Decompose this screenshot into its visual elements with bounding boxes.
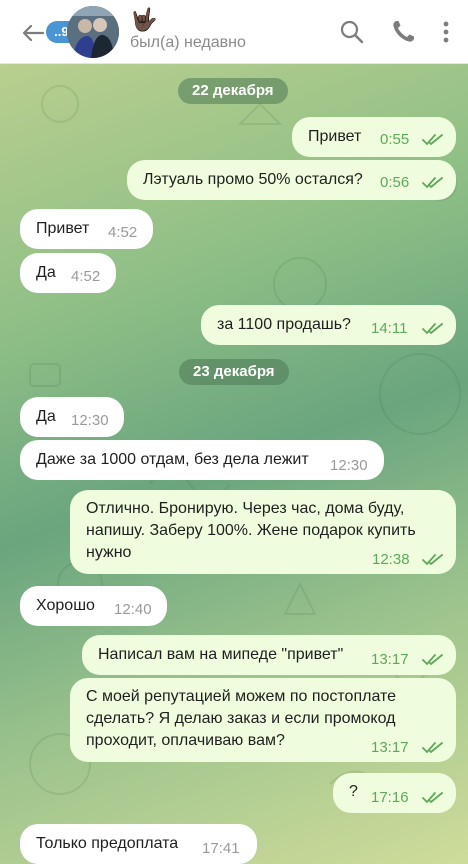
read-double-check-icon [422,554,443,565]
incoming-message[interactable]: Привет 4:52 [20,209,153,249]
date-separator: 23 декабря [179,359,289,385]
read-double-check-icon [422,742,443,753]
message-text: за 1100 продашь? [217,316,351,333]
message-time: 13:17 [371,739,409,756]
incoming-message[interactable]: Да 4:52 [20,253,116,293]
read-double-check-icon [422,134,443,145]
message-time: 17:41 [202,840,240,857]
message-time: 12:30 [71,412,109,429]
contact-name-emoji: 🤟🏿 [130,7,158,32]
search-icon[interactable] [338,18,366,46]
message-text: Хорошо [36,597,95,614]
back-button[interactable]: ..98 [18,16,84,48]
date-separator: 22 декабря [178,78,288,104]
read-double-check-icon [422,654,443,665]
message-text: Привет [36,220,90,237]
incoming-message[interactable]: Да 12:30 [20,397,124,437]
chat-header: ..98 🤟🏿 был(а) недавно [0,0,468,64]
incoming-message[interactable]: Даже за 1000 отдам, без дела лежит 12:30 [20,440,384,480]
message-time: 17:16 [371,789,409,806]
outgoing-message[interactable]: Отлично. Бронирую. Через час, дома буду,… [70,490,456,574]
message-text: ? [349,783,358,800]
phone-icon[interactable] [389,18,417,46]
avatar[interactable] [67,6,119,58]
more-vertical-icon[interactable] [432,18,460,46]
message-text: С моей репутацией можем по постоплате сд… [86,688,397,749]
message-time: 13:17 [371,651,409,668]
read-double-check-icon [422,177,443,188]
message-time: 4:52 [71,268,101,285]
message-text: Привет [308,128,362,145]
back-arrow-icon [22,24,44,42]
chat-area[interactable]: 22 декабря Привет 0:55 Лэтуаль промо 50%… [0,64,468,864]
message-text: Да [36,408,56,425]
avatar-photo-icon [67,6,119,58]
message-time: 4:52 [108,224,138,241]
message-text: Отлично. Бронирую. Через час, дома буду,… [86,500,416,561]
incoming-message[interactable]: Только предоплата 17:41 [20,824,257,864]
message-text: Только предоплата [36,835,179,852]
message-time: 12:40 [114,601,152,618]
outgoing-message[interactable]: за 1100 продашь? 14:11 [201,305,456,345]
message-text: Даже за 1000 отдам, без дела лежит [36,451,309,468]
outgoing-message[interactable]: Привет 0:55 [292,117,456,157]
message-text: Да [36,264,56,281]
outgoing-message[interactable]: Написал вам на мипеде "привет" 13:17 [82,635,456,675]
message-text: Написал вам на мипеде "привет" [98,646,344,663]
last-seen-status: был(а) недавно [130,34,246,51]
message-time: 0:55 [380,131,410,148]
incoming-message[interactable]: Хорошо 12:40 [20,586,167,626]
read-double-check-icon [422,792,443,803]
read-double-check-icon [422,323,443,334]
message-time: 14:11 [371,320,408,337]
outgoing-message[interactable]: Лэтуаль промо 50% остался? 0:56 [127,160,456,200]
outgoing-message[interactable]: С моей репутацией можем по постоплате сд… [70,678,456,762]
outgoing-message[interactable]: ? 17:16 [333,773,456,813]
message-time: 0:56 [380,174,410,191]
message-time: 12:30 [330,457,368,474]
message-text: Лэтуаль промо 50% остался? [143,171,363,188]
message-time: 12:38 [372,551,410,568]
